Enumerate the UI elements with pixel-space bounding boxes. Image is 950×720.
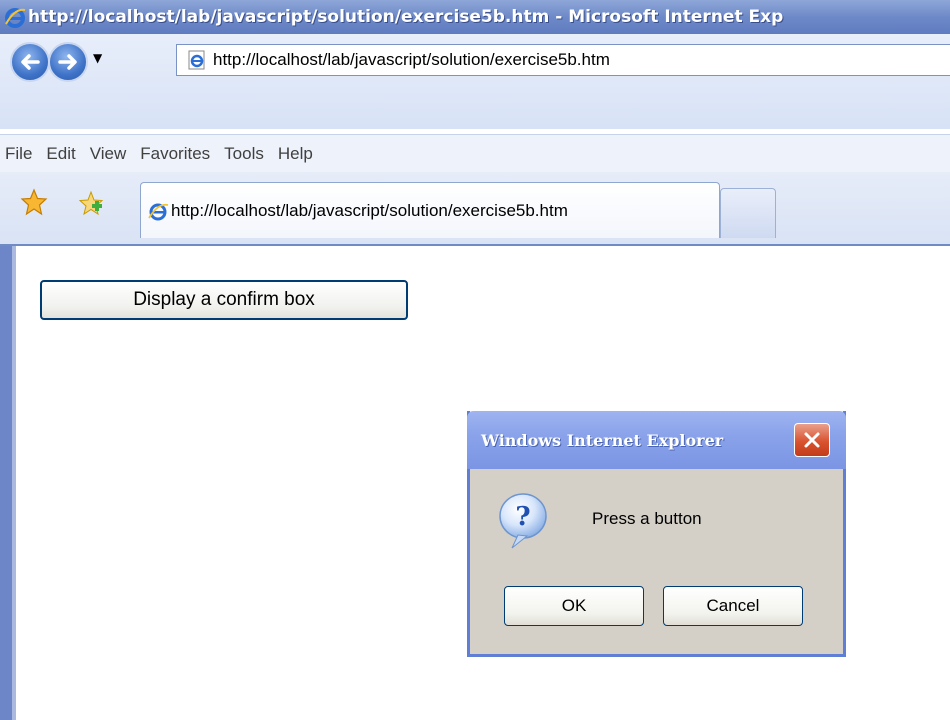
menu-tools[interactable]: Tools [224,144,278,164]
window-title: http://localhost/lab/javascript/solution… [28,7,784,27]
menu-bar: File Edit View Favorites Tools Help [0,134,950,173]
menu-favorites[interactable]: Favorites [140,144,224,164]
new-tab-button[interactable] [720,188,776,238]
navigation-bar: ▼ [0,34,950,129]
menu-file[interactable]: File [5,144,46,164]
address-bar[interactable] [176,44,950,76]
menu-view[interactable]: View [90,144,141,164]
history-dropdown-icon[interactable]: ▼ [93,51,102,65]
window-left-border-inner [12,246,16,720]
window-title-bar: http://localhost/lab/javascript/solution… [0,0,950,34]
menu-edit[interactable]: Edit [46,144,89,164]
menu-help[interactable]: Help [278,144,327,164]
forward-button[interactable] [48,42,88,82]
ie-page-icon [148,203,169,220]
dialog-close-button[interactable] [794,423,830,457]
arrow-left-icon [21,54,40,70]
dialog-message: Press a button [592,509,702,528]
ie-page-icon [188,50,205,70]
close-icon [804,432,820,448]
ie-logo-icon [5,8,26,28]
cancel-button[interactable]: Cancel [663,586,803,626]
svg-text:?: ? [515,502,530,532]
dialog-title-bar: Windows Internet Explorer [467,411,846,469]
ok-button[interactable]: OK [504,586,644,626]
favorites-star-icon[interactable] [20,188,48,216]
url-input[interactable] [213,50,913,70]
dialog-title: Windows Internet Explorer [481,430,724,450]
tab-current[interactable]: http://localhost/lab/javascript/solution… [140,182,720,238]
tab-label: http://localhost/lab/javascript/solution… [171,200,568,220]
back-button[interactable] [10,42,50,82]
arrow-right-icon [58,54,77,70]
question-icon: ? [499,493,547,549]
display-confirm-button[interactable]: Display a confirm box [40,280,408,320]
add-favorites-icon[interactable] [78,190,104,216]
